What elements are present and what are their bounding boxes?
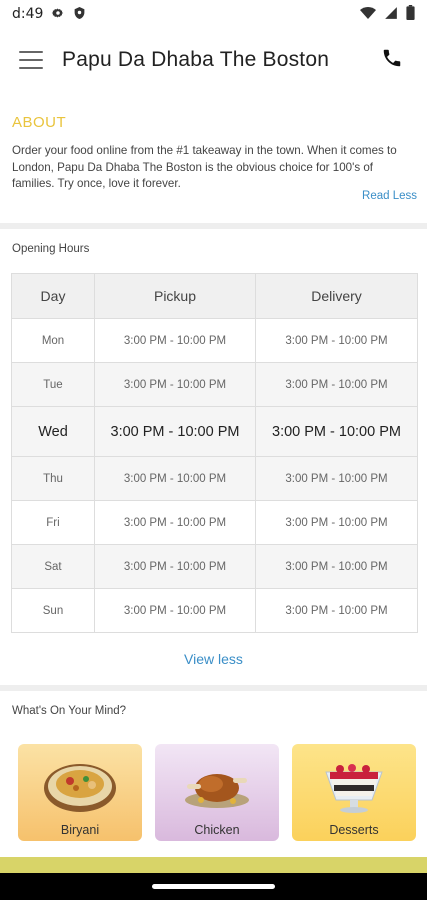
battery-icon — [406, 5, 415, 23]
day-cell: Tue — [11, 362, 95, 407]
table-row: Fri 3:00 PM - 10:00 PM 3:00 PM - 10:00 P… — [11, 500, 418, 545]
column-header-day: Day — [11, 273, 95, 319]
delivery-cell: 3:00 PM - 10:00 PM — [255, 456, 418, 501]
column-header-pickup: Pickup — [94, 273, 256, 319]
column-header-delivery: Delivery — [255, 273, 418, 319]
wifi-icon — [360, 6, 376, 23]
category-card-desserts[interactable]: Desserts — [292, 744, 416, 841]
delivery-cell: 3:00 PM - 10:00 PM — [255, 318, 418, 363]
categories-title: What's On Your Mind? — [12, 705, 127, 717]
read-less-link[interactable]: Read Less — [362, 190, 417, 202]
table-row: Tue 3:00 PM - 10:00 PM 3:00 PM - 10:00 P… — [11, 362, 418, 407]
pickup-cell: 3:00 PM - 10:00 PM — [94, 362, 256, 407]
day-cell: Wed — [11, 406, 95, 457]
day-cell: Sat — [11, 544, 95, 589]
app-bar: Papu Da Dhaba The Boston — [0, 28, 427, 92]
section-divider — [0, 685, 427, 691]
table-row: Mon 3:00 PM - 10:00 PM 3:00 PM - 10:00 P… — [11, 318, 418, 363]
about-text: Order your food online from the #1 takea… — [12, 144, 397, 190]
delivery-cell: 3:00 PM - 10:00 PM — [255, 406, 418, 457]
opening-hours-title: Opening Hours — [12, 243, 90, 255]
opening-hours-table: Day Pickup Delivery Mon 3:00 PM - 10:00 … — [11, 273, 418, 633]
about-section: ABOUT Order your food online from the #1… — [0, 110, 427, 193]
category-label: Biryani — [60, 823, 100, 837]
day-cell: Mon — [11, 318, 95, 363]
bottom-banner — [0, 857, 427, 873]
home-gesture-handle[interactable] — [152, 884, 275, 889]
category-label: Chicken — [194, 823, 240, 837]
delivery-cell: 3:00 PM - 10:00 PM — [255, 500, 418, 545]
table-row: Sun 3:00 PM - 10:00 PM 3:00 PM - 10:00 P… — [11, 588, 418, 633]
day-cell: Thu — [11, 456, 95, 501]
category-list: Biryani Chicken Desserts — [18, 744, 416, 841]
table-row-today: Wed 3:00 PM - 10:00 PM 3:00 PM - 10:00 P… — [11, 406, 418, 457]
phone-icon[interactable] — [381, 47, 405, 71]
page-title: Papu Da Dhaba The Boston — [62, 48, 330, 71]
pickup-cell: 3:00 PM - 10:00 PM — [94, 544, 256, 589]
delivery-cell: 3:00 PM - 10:00 PM — [255, 544, 418, 589]
hamburger-menu-icon[interactable] — [19, 51, 43, 69]
status-time: d:49 — [12, 6, 44, 22]
day-cell: Sun — [11, 588, 95, 633]
category-card-biryani[interactable]: Biryani — [18, 744, 142, 841]
pickup-cell: 3:00 PM - 10:00 PM — [94, 456, 256, 501]
day-cell: Fri — [11, 500, 95, 545]
delivery-cell: 3:00 PM - 10:00 PM — [255, 588, 418, 633]
signal-icon — [384, 6, 398, 23]
gear-icon — [51, 6, 65, 23]
pickup-cell: 3:00 PM - 10:00 PM — [94, 500, 256, 545]
about-heading: ABOUT — [12, 114, 67, 131]
category-card-chicken[interactable]: Chicken — [155, 744, 279, 841]
pickup-cell: 3:00 PM - 10:00 PM — [94, 318, 256, 363]
table-row: Thu 3:00 PM - 10:00 PM 3:00 PM - 10:00 P… — [11, 456, 418, 501]
section-divider — [0, 223, 427, 229]
view-less-link[interactable]: View less — [0, 651, 427, 667]
category-label: Desserts — [329, 823, 379, 837]
table-row: Sat 3:00 PM - 10:00 PM 3:00 PM - 10:00 P… — [11, 544, 418, 589]
shield-icon — [73, 6, 86, 23]
table-header-row: Day Pickup Delivery — [11, 273, 418, 319]
pickup-cell: 3:00 PM - 10:00 PM — [94, 588, 256, 633]
pickup-cell: 3:00 PM - 10:00 PM — [94, 406, 256, 457]
delivery-cell: 3:00 PM - 10:00 PM — [255, 362, 418, 407]
status-bar: d:49 — [0, 0, 427, 28]
